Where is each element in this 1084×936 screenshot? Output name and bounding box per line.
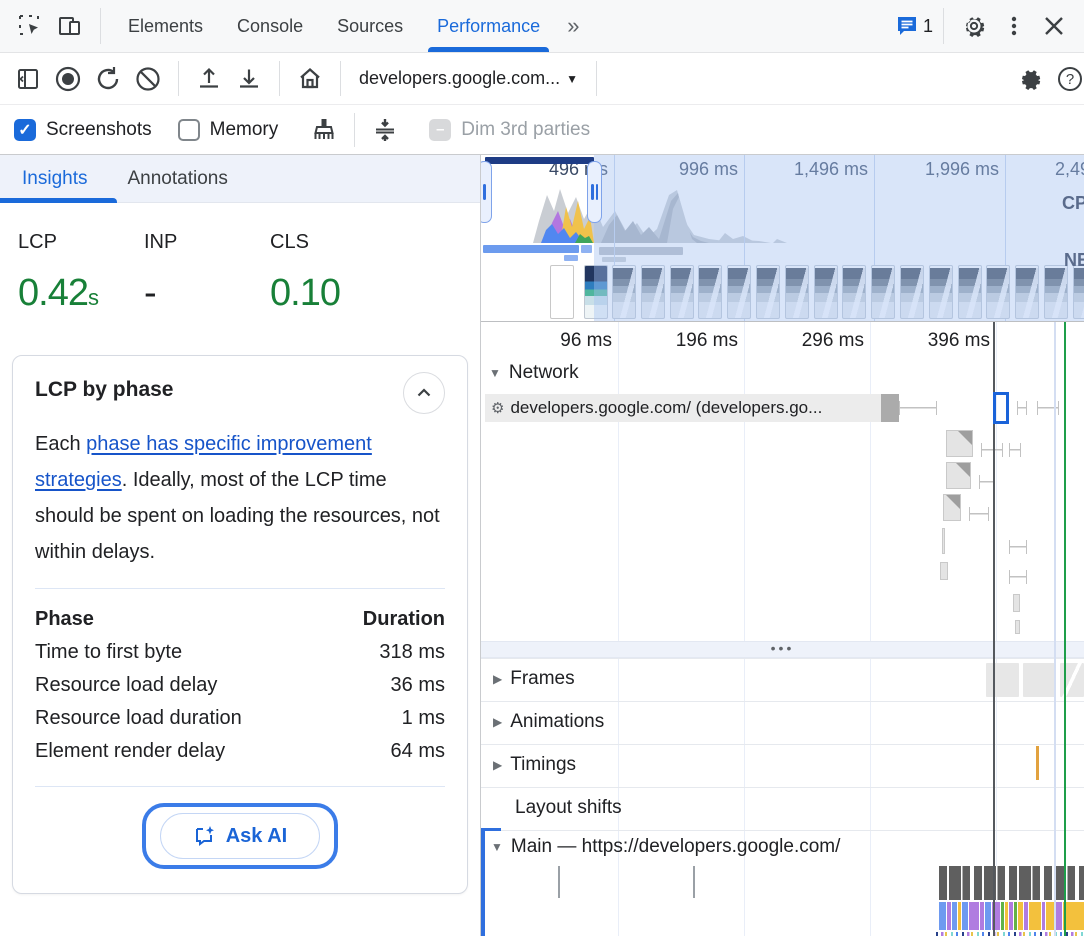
track-header-frames[interactable]: ▶Frames [493, 668, 575, 690]
collapse-triangle-icon: ▼ [491, 840, 503, 854]
track-header-network[interactable]: ▼ Network [489, 362, 579, 384]
capture-settings-gear-icon[interactable] [1010, 59, 1050, 99]
main-thread-subtasks[interactable] [936, 932, 1084, 936]
record-icon[interactable] [48, 59, 88, 99]
net-lane-label: NET [1064, 250, 1084, 271]
web-vitals-metrics: LCP 0.42s INP - CLS 0.10 [0, 203, 480, 345]
dropdown-caret-icon: ▼ [566, 72, 578, 86]
inspect-element-icon[interactable] [10, 6, 50, 46]
timeline-overview[interactable]: 496 ms996 ms1,496 ms1,996 ms2,496 ms CPU… [481, 155, 1084, 322]
load-profile-icon[interactable] [189, 59, 229, 99]
kebab-menu-icon[interactable] [994, 6, 1034, 46]
network-event-bar[interactable] [942, 528, 945, 554]
tab-sources[interactable]: Sources [320, 0, 420, 52]
ruler-tick-label: 396 ms [890, 330, 990, 352]
network-event-bar[interactable] [1013, 594, 1020, 612]
close-icon[interactable] [1034, 6, 1074, 46]
devtools-tab-bar: Elements Console Sources Performance » 1 [0, 0, 1084, 53]
network-request-row[interactable]: ⚙ developers.google.com/ (developers.go.… [485, 394, 881, 422]
phase-table: Phase Duration Time to first byte318 msR… [35, 603, 445, 768]
settings-gear-icon[interactable] [954, 6, 994, 46]
overview-dim-overlay [594, 155, 1084, 321]
ask-ai-button[interactable]: Ask AI [160, 813, 320, 859]
collapse-card-button[interactable] [403, 372, 445, 414]
performance-toolbar: developers.google.com... ▼ ? [0, 53, 1084, 105]
screenshots-label: Screenshots [46, 119, 152, 141]
device-toolbar-icon[interactable] [50, 6, 90, 46]
phase-row: Time to first byte318 ms [35, 636, 445, 669]
screenshot-thumbnail[interactable] [550, 265, 574, 319]
phase-row: Resource load duration1 ms [35, 702, 445, 735]
cpu-lane-label: CPU [1062, 193, 1084, 214]
main-thread-tasks[interactable] [939, 866, 1084, 900]
collapse-tracks-icon[interactable] [365, 110, 405, 150]
ruler-tick-label: 296 ms [764, 330, 864, 352]
history-dropdown-label: developers.google.com... [359, 68, 560, 89]
track-header-animations[interactable]: ▶Animations [493, 711, 604, 733]
marker-line-green [1064, 322, 1066, 936]
frame-thumbnail[interactable] [1023, 663, 1056, 697]
screenshots-checkbox[interactable]: ✓ [14, 119, 36, 141]
card-description: Each phase has specific improvement stra… [35, 426, 445, 570]
memory-label: Memory [210, 119, 279, 141]
network-event-bar[interactable] [1015, 620, 1020, 634]
ai-chat-sparkle-icon [193, 824, 217, 848]
net-overview-bar [483, 245, 579, 253]
marker-line-light [1054, 322, 1056, 936]
svg-text:?: ? [1066, 71, 1074, 88]
message-icon [895, 14, 919, 38]
memory-checkbox[interactable] [178, 119, 200, 141]
card-title: LCP by phase [35, 378, 174, 402]
sidebar-tabs: Insights Annotations [0, 155, 480, 203]
track-header-main[interactable]: ▼ Main — https://developers.google.com/ [491, 836, 840, 858]
selected-network-event[interactable] [993, 392, 1009, 424]
save-profile-icon[interactable] [229, 59, 269, 99]
track-header-timings[interactable]: ▶Timings [493, 754, 576, 776]
more-tabs-icon[interactable]: » [557, 13, 589, 39]
window-right-handle[interactable] [587, 161, 602, 223]
tab-performance[interactable]: Performance [420, 0, 557, 52]
main-track-focus-border [481, 828, 485, 936]
capture-options-bar: ✓ Screenshots Memory – Dim 3rd parties [0, 105, 1084, 155]
ruler-tick-label: 96 ms [512, 330, 612, 352]
window-left-handle[interactable] [481, 161, 492, 223]
tab-elements[interactable]: Elements [111, 0, 220, 52]
devtools-window: Elements Console Sources Performance » 1 [0, 0, 1084, 936]
frame-thumbnail[interactable] [986, 663, 1019, 697]
lcp-by-phase-card: LCP by phase Each phase has specific imp… [12, 355, 468, 894]
dim-third-parties-checkbox[interactable]: – [429, 119, 451, 141]
insights-sidebar: Insights Annotations LCP 0.42s INP - CLS… [0, 155, 481, 936]
reload-record-icon[interactable] [88, 59, 128, 99]
toggle-sidebar-icon[interactable] [8, 59, 48, 99]
timing-marker[interactable] [1036, 746, 1039, 780]
phase-row: Element render delay64 ms [35, 735, 445, 768]
track-header-layout-shifts[interactable]: Layout shifts [515, 797, 622, 819]
ask-ai-focus-ring: Ask AI [142, 803, 338, 869]
tab-console[interactable]: Console [220, 0, 320, 52]
tab-insights[interactable]: Insights [2, 158, 107, 202]
metric-cls: CLS 0.10 [270, 231, 396, 315]
network-event-bar[interactable] [940, 562, 948, 580]
collect-garbage-icon[interactable] [304, 110, 344, 150]
timeline-main-view[interactable]: 96 ms 196 ms 296 ms 396 ms ▼ Network ⚙ deve… [481, 322, 1084, 936]
phase-row: Resource load delay36 ms [35, 669, 445, 702]
collapse-triangle-icon: ▼ [489, 366, 501, 380]
home-icon[interactable] [290, 59, 330, 99]
issues-counter[interactable]: 1 [895, 14, 933, 38]
dim-third-parties-label: Dim 3rd parties [461, 119, 590, 141]
request-gear-icon: ⚙ [491, 399, 504, 417]
timeline-pane: 496 ms996 ms1,496 ms1,996 ms2,496 ms CPU… [481, 155, 1084, 936]
network-event-bar[interactable] [946, 462, 971, 489]
metric-inp: INP - [144, 231, 270, 315]
issues-count: 1 [923, 16, 933, 37]
tab-annotations[interactable]: Annotations [107, 158, 247, 202]
network-event-bar[interactable] [946, 430, 973, 457]
selected-range-bar [485, 157, 594, 164]
clear-icon[interactable] [128, 59, 168, 99]
network-event-bar[interactable] [943, 494, 961, 521]
history-dropdown[interactable]: developers.google.com... ▼ [351, 68, 586, 89]
metric-lcp: LCP 0.42s [18, 231, 144, 315]
ruler-tick-label: 196 ms [638, 330, 738, 352]
help-icon[interactable]: ? [1050, 59, 1084, 99]
